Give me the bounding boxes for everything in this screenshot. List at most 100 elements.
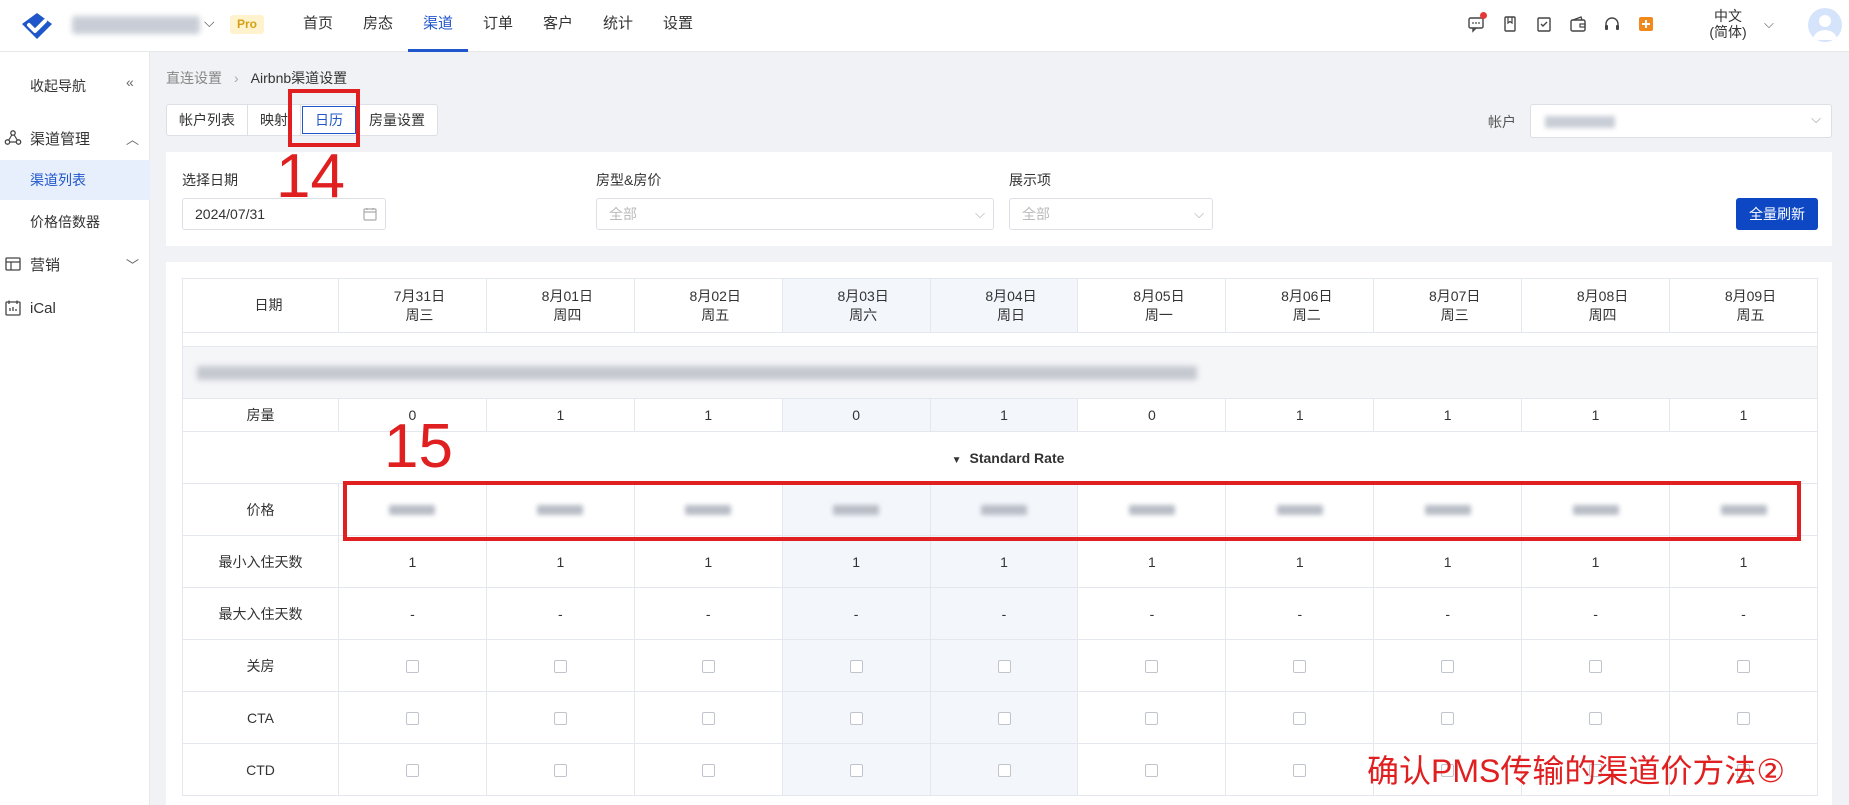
cta-checkbox[interactable] bbox=[1589, 712, 1603, 726]
ctd-checkbox[interactable] bbox=[997, 764, 1011, 778]
sidebar-group-channel[interactable]: 渠道管理 ︿ bbox=[0, 116, 150, 160]
sidebar-item-price-multiplier[interactable]: 价格倍数器 bbox=[0, 202, 150, 242]
min-stay-cell[interactable]: 1 bbox=[1373, 535, 1523, 588]
ctd-checkbox[interactable] bbox=[553, 764, 567, 778]
max-stay-cell[interactable]: - bbox=[781, 587, 931, 640]
wallet-icon[interactable] bbox=[1568, 14, 1588, 34]
ctd-checkbox[interactable] bbox=[405, 764, 419, 778]
sidebar-group-marketing[interactable]: 营销 ﹀ bbox=[0, 242, 150, 286]
closed-checkbox[interactable] bbox=[1441, 660, 1455, 674]
nav-settings[interactable]: 设置 bbox=[648, 0, 708, 52]
cta-checkbox[interactable] bbox=[701, 712, 715, 726]
min-stay-cell[interactable]: 1 bbox=[1077, 535, 1227, 588]
max-stay-cell[interactable]: - bbox=[929, 587, 1079, 640]
closed-cell bbox=[1225, 639, 1375, 692]
filter-panel: 选择日期 2024/07/31 房型&房价 全部 ⌵ 展示项 全部 ⌵ 全量刷新 bbox=[166, 152, 1832, 246]
collapse-nav-button[interactable]: 收起导航 bbox=[30, 76, 86, 96]
user-avatar[interactable] bbox=[1808, 8, 1842, 42]
inventory-cell[interactable]: 1 bbox=[1373, 398, 1523, 432]
inventory-cell[interactable]: 1 bbox=[485, 398, 635, 432]
headset-support-icon[interactable] bbox=[1602, 14, 1622, 34]
date-text: 8月04日 bbox=[985, 287, 1037, 304]
tab-account-list[interactable]: 帐户列表 bbox=[167, 105, 248, 135]
inventory-cell[interactable]: 1 bbox=[929, 398, 1079, 432]
max-stay-cell[interactable]: - bbox=[1077, 587, 1227, 640]
cta-checkbox[interactable] bbox=[1145, 712, 1159, 726]
max-stay-cell[interactable]: - bbox=[1373, 587, 1523, 640]
ctd-cell bbox=[929, 743, 1079, 796]
closed-checkbox[interactable] bbox=[405, 660, 419, 674]
app-logo-icon[interactable] bbox=[18, 10, 56, 42]
account-select[interactable]: ⌵ bbox=[1530, 104, 1832, 138]
min-stay-cell[interactable]: 1 bbox=[1669, 535, 1818, 588]
closed-checkbox[interactable] bbox=[1145, 660, 1159, 674]
closed-checkbox[interactable] bbox=[553, 660, 567, 674]
weekday-text: 周六 bbox=[849, 306, 878, 323]
nav-statistics[interactable]: 统计 bbox=[588, 0, 648, 52]
min-stay-cell[interactable]: 1 bbox=[633, 535, 783, 588]
min-stay-cell[interactable]: 1 bbox=[1521, 535, 1671, 588]
ctd-checkbox[interactable] bbox=[1293, 764, 1307, 778]
ctd-checkbox[interactable] bbox=[701, 764, 715, 778]
chevron-down-icon: ⌵ bbox=[1194, 206, 1204, 221]
hotel-name-redacted[interactable] bbox=[72, 16, 200, 34]
language-chevron-icon[interactable]: ⌵ bbox=[1764, 16, 1774, 32]
nav-channel[interactable]: 渠道 bbox=[408, 0, 468, 52]
ctd-checkbox[interactable] bbox=[1145, 764, 1159, 778]
closed-checkbox[interactable] bbox=[1589, 660, 1603, 674]
cta-checkbox[interactable] bbox=[997, 712, 1011, 726]
max-stay-cell[interactable]: - bbox=[1669, 587, 1818, 640]
closed-checkbox[interactable] bbox=[849, 660, 863, 674]
inventory-cell[interactable]: 0 bbox=[1077, 398, 1227, 432]
orange-plus-icon[interactable] bbox=[1636, 14, 1656, 34]
inventory-cell[interactable]: 1 bbox=[1225, 398, 1375, 432]
display-items-select[interactable]: 全部 ⌵ bbox=[1009, 198, 1213, 230]
max-stay-cell[interactable]: - bbox=[485, 587, 635, 640]
closed-checkbox[interactable] bbox=[701, 660, 715, 674]
closed-checkbox[interactable] bbox=[1293, 660, 1307, 674]
inventory-cell[interactable]: 1 bbox=[633, 398, 783, 432]
nav-orders[interactable]: 订单 bbox=[468, 0, 528, 52]
max-stay-cell[interactable]: - bbox=[338, 587, 487, 640]
min-stay-cell[interactable]: 1 bbox=[929, 535, 1079, 588]
min-stay-cell[interactable]: 1 bbox=[1225, 535, 1375, 588]
breadcrumb-parent[interactable]: 直连设置 bbox=[166, 70, 222, 86]
weekday-text: 周四 bbox=[553, 306, 582, 323]
max-stay-cell[interactable]: - bbox=[633, 587, 783, 640]
nav-customers[interactable]: 客户 bbox=[528, 0, 588, 52]
cta-checkbox[interactable] bbox=[1441, 712, 1455, 726]
bookmark-icon[interactable] bbox=[1500, 14, 1520, 34]
cta-checkbox[interactable] bbox=[1737, 712, 1750, 726]
ctd-checkbox[interactable] bbox=[849, 764, 863, 778]
room-rate-select[interactable]: 全部 ⌵ bbox=[596, 198, 994, 230]
min-stay-cell[interactable]: 1 bbox=[485, 535, 635, 588]
cta-checkbox[interactable] bbox=[405, 712, 419, 726]
min-stay-cell[interactable]: 1 bbox=[781, 535, 931, 588]
collapse-double-chevron-icon[interactable]: « bbox=[126, 74, 134, 90]
nav-home[interactable]: 首页 bbox=[288, 0, 348, 52]
tab-inventory-settings[interactable]: 房量设置 bbox=[357, 105, 437, 135]
inventory-cell[interactable]: 1 bbox=[1521, 398, 1671, 432]
language-selector[interactable]: 中文 (简体) bbox=[1700, 8, 1756, 40]
nav-room-status[interactable]: 房态 bbox=[348, 0, 408, 52]
hotel-switch-chevron-icon[interactable]: ⌵ bbox=[204, 14, 215, 31]
inventory-cell[interactable]: 1 bbox=[1669, 398, 1818, 432]
cta-checkbox[interactable] bbox=[1293, 712, 1307, 726]
message-icon[interactable] bbox=[1466, 12, 1487, 34]
inventory-cell[interactable]: 0 bbox=[781, 398, 931, 432]
max-stay-cell[interactable]: - bbox=[1521, 587, 1671, 640]
min-stay-cell[interactable]: 1 bbox=[338, 535, 487, 588]
closed-checkbox[interactable] bbox=[1737, 660, 1750, 674]
full-refresh-button[interactable]: 全量刷新 bbox=[1736, 198, 1818, 230]
cta-checkbox[interactable] bbox=[553, 712, 567, 726]
date-cell: 8月06日 周二 bbox=[1225, 278, 1375, 333]
sidebar-group-ical[interactable]: iCal bbox=[0, 286, 150, 330]
task-check-icon[interactable] bbox=[1534, 14, 1554, 34]
ctd-cell bbox=[338, 743, 487, 796]
closed-checkbox[interactable] bbox=[997, 660, 1011, 674]
max-stay-cell[interactable]: - bbox=[1225, 587, 1375, 640]
cta-checkbox[interactable] bbox=[849, 712, 863, 726]
annotation-box-price-row bbox=[343, 481, 1801, 541]
sidebar-item-channel-list[interactable]: 渠道列表 bbox=[0, 160, 150, 200]
ctd-cell bbox=[1225, 743, 1375, 796]
